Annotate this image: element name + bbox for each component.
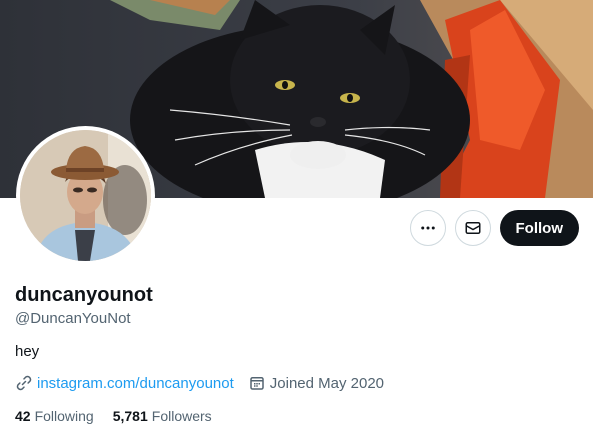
following-stat[interactable]: 42 Following	[15, 408, 94, 424]
link-icon	[16, 375, 32, 391]
followers-count: 5,781	[112, 408, 148, 424]
profile-stats: 42 Following 5,781 Followers	[15, 408, 231, 424]
bio-text: hey	[15, 343, 40, 360]
website-item: instagram.com/duncanyounot	[15, 374, 234, 392]
followers-label: Followers	[151, 408, 212, 424]
message-button[interactable]	[454, 210, 491, 246]
profile-actions: Follow	[409, 210, 579, 246]
profile-meta: instagram.com/duncanyounot Joined May 20…	[15, 374, 398, 392]
display-name: duncanyounot	[15, 284, 153, 306]
more-button[interactable]	[409, 210, 446, 246]
avatar[interactable]	[16, 126, 155, 265]
avatar-image	[20, 130, 151, 261]
calendar-icon	[250, 377, 264, 390]
envelope-icon	[465, 222, 480, 234]
more-horizontal-icon	[420, 226, 435, 230]
joined-date: Joined May 2020	[269, 374, 385, 392]
following-count: 42	[15, 408, 31, 424]
user-handle: @DuncanYouNot	[15, 310, 131, 327]
following-label: Following	[34, 408, 94, 424]
joined-item: Joined May 2020	[248, 374, 384, 392]
follow-button[interactable]: Follow	[499, 210, 579, 246]
website-link[interactable]: instagram.com/duncanyounot	[37, 375, 234, 392]
followers-stat[interactable]: 5,781 Followers	[113, 408, 212, 424]
